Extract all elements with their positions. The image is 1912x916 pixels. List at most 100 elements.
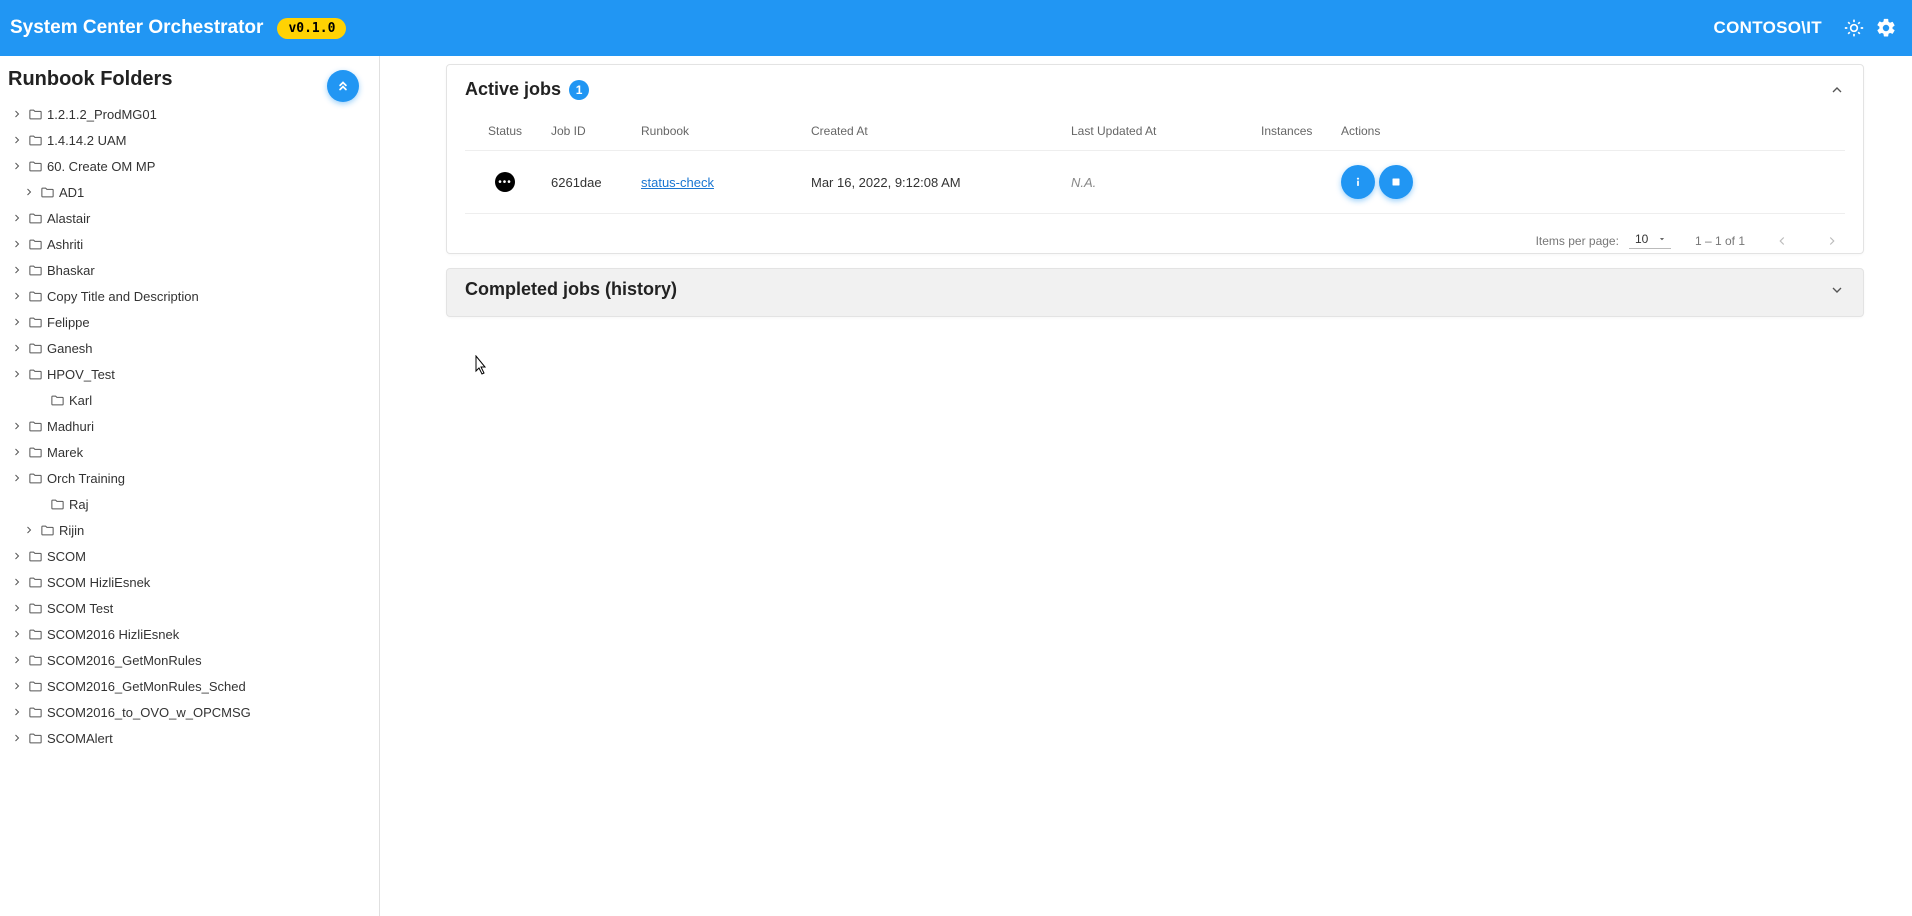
folder-tree-item[interactable]: 1.2.1.2_ProdMG01 <box>0 101 377 127</box>
folder-tree-item[interactable]: Bhaskar <box>0 257 377 283</box>
folder-label: Marek <box>47 445 83 460</box>
chevron-right-icon <box>8 628 26 640</box>
col-runbook: Runbook <box>635 114 805 151</box>
job-stop-button[interactable] <box>1379 165 1413 199</box>
folder-label: Copy Title and Description <box>47 289 199 304</box>
folder-label: Felippe <box>47 315 90 330</box>
settings-icon[interactable] <box>1874 16 1898 40</box>
folder-icon <box>28 575 43 590</box>
folder-icon <box>28 679 43 694</box>
folder-icon <box>28 705 43 720</box>
items-per-page-select[interactable]: 10 <box>1629 232 1671 249</box>
folder-tree-item[interactable]: SCOM2016_GetMonRules_Sched <box>0 673 377 699</box>
folder-tree-item[interactable]: 1.4.14.2 UAM <box>0 127 377 153</box>
chevron-right-icon <box>8 316 26 328</box>
paginator-prev-button[interactable] <box>1769 234 1795 248</box>
col-updated: Last Updated At <box>1065 114 1255 151</box>
cell-job-id: 6261dae <box>545 151 635 214</box>
chevron-right-icon <box>8 212 26 224</box>
folder-label: SCOM Test <box>47 601 113 616</box>
folder-tree-item[interactable]: HPOV_Test <box>0 361 377 387</box>
folder-tree[interactable]: 1.2.1.2_ProdMG01 1.4.14.2 UAM 60. Create O… <box>0 101 379 916</box>
folder-label: SCOM HizliEsnek <box>47 575 150 590</box>
version-chip: v0.1.0 <box>277 18 346 39</box>
folder-tree-item[interactable]: SCOM <box>0 543 377 569</box>
folder-tree-item[interactable]: SCOM Test <box>0 595 377 621</box>
folder-icon <box>28 367 43 382</box>
expand-completed-jobs-button[interactable] <box>1829 282 1845 298</box>
current-user-label: CONTOSO\IT <box>1714 18 1822 38</box>
folder-label: Karl <box>69 393 92 408</box>
folder-label: Ganesh <box>47 341 93 356</box>
folder-icon <box>40 185 55 200</box>
folder-label: SCOM <box>47 549 86 564</box>
folder-tree-item[interactable]: Marek <box>0 439 377 465</box>
chevron-right-icon <box>8 576 26 588</box>
folder-tree-item[interactable]: Madhuri <box>0 413 377 439</box>
folder-label: SCOM2016 HizliEsnek <box>47 627 179 642</box>
chevron-right-icon <box>20 524 38 536</box>
folder-tree-item[interactable]: Karl <box>0 387 377 413</box>
folder-icon <box>28 601 43 616</box>
folder-label: Alastair <box>47 211 90 226</box>
table-row: ••• 6261dae status-check Mar 16, 2022, 9… <box>465 151 1845 214</box>
sidebar-title: Runbook Folders <box>0 56 379 101</box>
chevron-right-icon <box>8 602 26 614</box>
chevron-right-icon <box>8 472 26 484</box>
chevron-right-icon <box>8 654 26 666</box>
chevron-right-icon <box>8 446 26 458</box>
folder-tree-item[interactable]: Copy Title and Description <box>0 283 377 309</box>
folder-tree-item[interactable]: Orch Training <box>0 465 377 491</box>
completed-jobs-title: Completed jobs (history) <box>465 279 677 300</box>
col-actions: Actions <box>1335 114 1845 151</box>
chevron-right-icon <box>8 342 26 354</box>
folder-icon <box>28 159 43 174</box>
folder-tree-item[interactable]: Rijin <box>0 517 377 543</box>
folder-tree-item[interactable]: AD1 <box>0 179 377 205</box>
chevron-right-icon <box>8 290 26 302</box>
folder-tree-item[interactable]: SCOMAlert <box>0 725 377 751</box>
chevron-right-icon <box>8 420 26 432</box>
chevron-down-icon <box>1657 234 1667 244</box>
folder-label: Rijin <box>59 523 84 538</box>
paginator-next-button[interactable] <box>1819 234 1845 248</box>
collapse-active-jobs-button[interactable] <box>1829 82 1845 98</box>
col-status: Status <box>465 114 545 151</box>
folder-label: 1.4.14.2 UAM <box>47 133 127 148</box>
folder-icon <box>28 627 43 642</box>
folder-tree-item[interactable]: Raj <box>0 491 377 517</box>
app-title: System Center Orchestrator <box>10 17 263 39</box>
folder-icon <box>28 731 43 746</box>
folder-tree-item[interactable]: SCOM2016 HizliEsnek <box>0 621 377 647</box>
folder-label: HPOV_Test <box>47 367 115 382</box>
folder-tree-item[interactable]: SCOM2016_to_OVO_w_OPCMSG <box>0 699 377 725</box>
folder-tree-item[interactable]: 60. Create OM MP <box>0 153 377 179</box>
folder-label: SCOM2016_GetMonRules <box>47 653 202 668</box>
runbook-link[interactable]: status-check <box>641 175 714 190</box>
folder-tree-item[interactable]: Felippe <box>0 309 377 335</box>
chevron-right-icon <box>8 680 26 692</box>
debug-icon[interactable] <box>1842 16 1866 40</box>
folder-tree-item[interactable]: SCOM2016_GetMonRules <box>0 647 377 673</box>
folder-tree-item[interactable]: SCOM HizliEsnek <box>0 569 377 595</box>
paginator-range: 1 – 1 of 1 <box>1695 234 1745 248</box>
folder-tree-item[interactable]: Ashriti <box>0 231 377 257</box>
folder-tree-item[interactable]: Ganesh <box>0 335 377 361</box>
chevron-right-icon <box>8 732 26 744</box>
job-info-button[interactable] <box>1341 165 1375 199</box>
folder-label: SCOM2016_to_OVO_w_OPCMSG <box>47 705 251 720</box>
collapse-sidebar-button[interactable] <box>327 70 359 102</box>
chevron-right-icon <box>8 706 26 718</box>
folder-icon <box>28 419 43 434</box>
active-jobs-panel: Active jobs 1 Status Job ID Runbook Crea… <box>446 64 1864 254</box>
cell-instances <box>1255 151 1335 214</box>
folder-icon <box>50 497 65 512</box>
folder-label: Ashriti <box>47 237 83 252</box>
folder-icon <box>28 549 43 564</box>
status-running-icon: ••• <box>495 172 515 192</box>
items-per-page-label: Items per page: <box>1536 234 1619 248</box>
app-header: System Center Orchestrator v0.1.0 CONTOS… <box>0 0 1912 56</box>
folder-tree-item[interactable]: Alastair <box>0 205 377 231</box>
completed-jobs-panel: Completed jobs (history) <box>446 268 1864 317</box>
main-content: Active jobs 1 Status Job ID Runbook Crea… <box>380 56 1912 916</box>
